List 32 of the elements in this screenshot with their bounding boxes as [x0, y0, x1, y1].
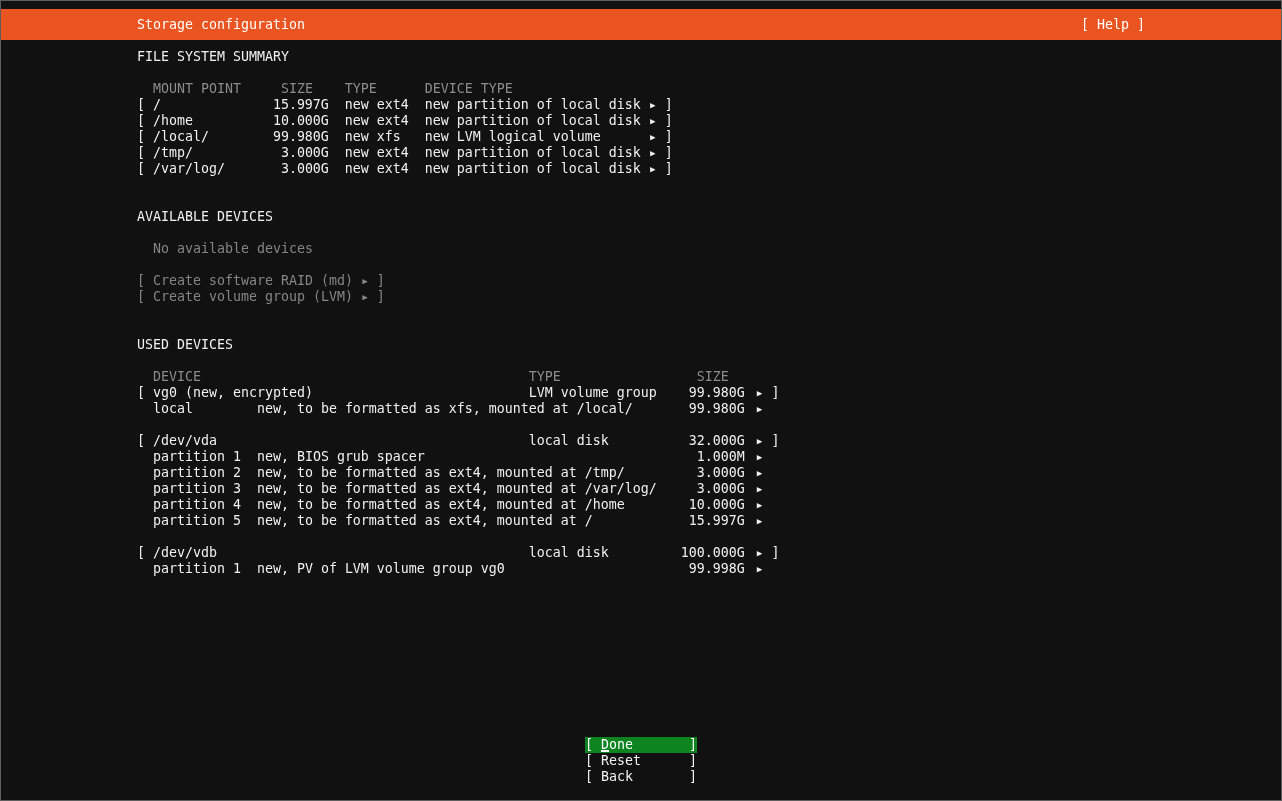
- partition-row[interactable]: local new, to be formatted as xfs, mounted at /local/ 99.980G ▶: [153, 401, 764, 417]
- filesystem-row[interactable]: [ /tmp/ 3.000G new ext4 new partition of local disk ▶ ]: [137, 145, 673, 161]
- filesystem-row[interactable]: [ /var/log/ 3.000G new ext4 new partition of local disk ▶ ]: [137, 161, 673, 177]
- column-header: DEVICE: [153, 369, 201, 384]
- menu-button[interactable]: [ Reset ]: [585, 753, 697, 769]
- partition-row[interactable]: partition 2 new, to be formatted as ext4, mounted at /tmp/ 3.000G ▶: [153, 465, 764, 481]
- menu-button[interactable]: [ Done ]: [585, 737, 697, 753]
- section-title: FILE SYSTEM SUMMARY: [137, 49, 289, 65]
- partition-row[interactable]: partition 1 new, PV of LVM volume group vg0 99.998G ▶: [153, 561, 764, 577]
- device-row[interactable]: [ vg0 (new, encrypted) LVM volume group 99.980G ▶ ]: [137, 385, 780, 401]
- filesystem-row[interactable]: [ /local/ 99.980G new xfs new LVM logical volume ▶ ]: [137, 129, 673, 145]
- menu-button[interactable]: [ Back ]: [585, 769, 697, 785]
- device-row[interactable]: [ /dev/vda local disk 32.000G ▶ ]: [137, 433, 780, 449]
- section-title: USED DEVICES: [137, 337, 233, 353]
- partition-row[interactable]: partition 1 new, BIOS grub spacer 1.000M ▶: [153, 449, 764, 465]
- cursor-icon: [601, 750, 609, 752]
- partition-row[interactable]: partition 5 new, to be formatted as ext4, mounted at / 15.997G ▶: [153, 513, 764, 529]
- device-row[interactable]: [ /dev/vdb local disk 100.000G ▶ ]: [137, 545, 780, 561]
- column-header: DEVICE TYPE: [424, 81, 513, 96]
- help-button[interactable]: [ Help ]: [1081, 16, 1145, 33]
- filesystem-row[interactable]: [ / 15.997G new ext4 new partition of local disk ▶ ]: [137, 97, 673, 113]
- partition-row[interactable]: partition 3 new, to be formatted as ext4, mounted at /var/log/ 3.000G ▶: [153, 481, 764, 497]
- column-header: MOUNT POINT: [153, 81, 241, 96]
- empty-message: No available devices: [153, 241, 313, 257]
- filesystem-row[interactable]: [ /home 10.000G new ext4 new partition of local disk ▶ ]: [137, 113, 673, 129]
- partition-row[interactable]: partition 4 new, to be formatted as ext4, mounted at /home 10.000G ▶: [153, 497, 764, 513]
- column-header: SIZE: [280, 81, 313, 96]
- column-header: SIZE: [696, 369, 729, 384]
- column-header: TYPE: [344, 81, 377, 96]
- column-header: TYPE: [528, 369, 561, 384]
- window-title: Storage configuration: [137, 16, 305, 33]
- section-title: AVAILABLE DEVICES: [137, 209, 273, 225]
